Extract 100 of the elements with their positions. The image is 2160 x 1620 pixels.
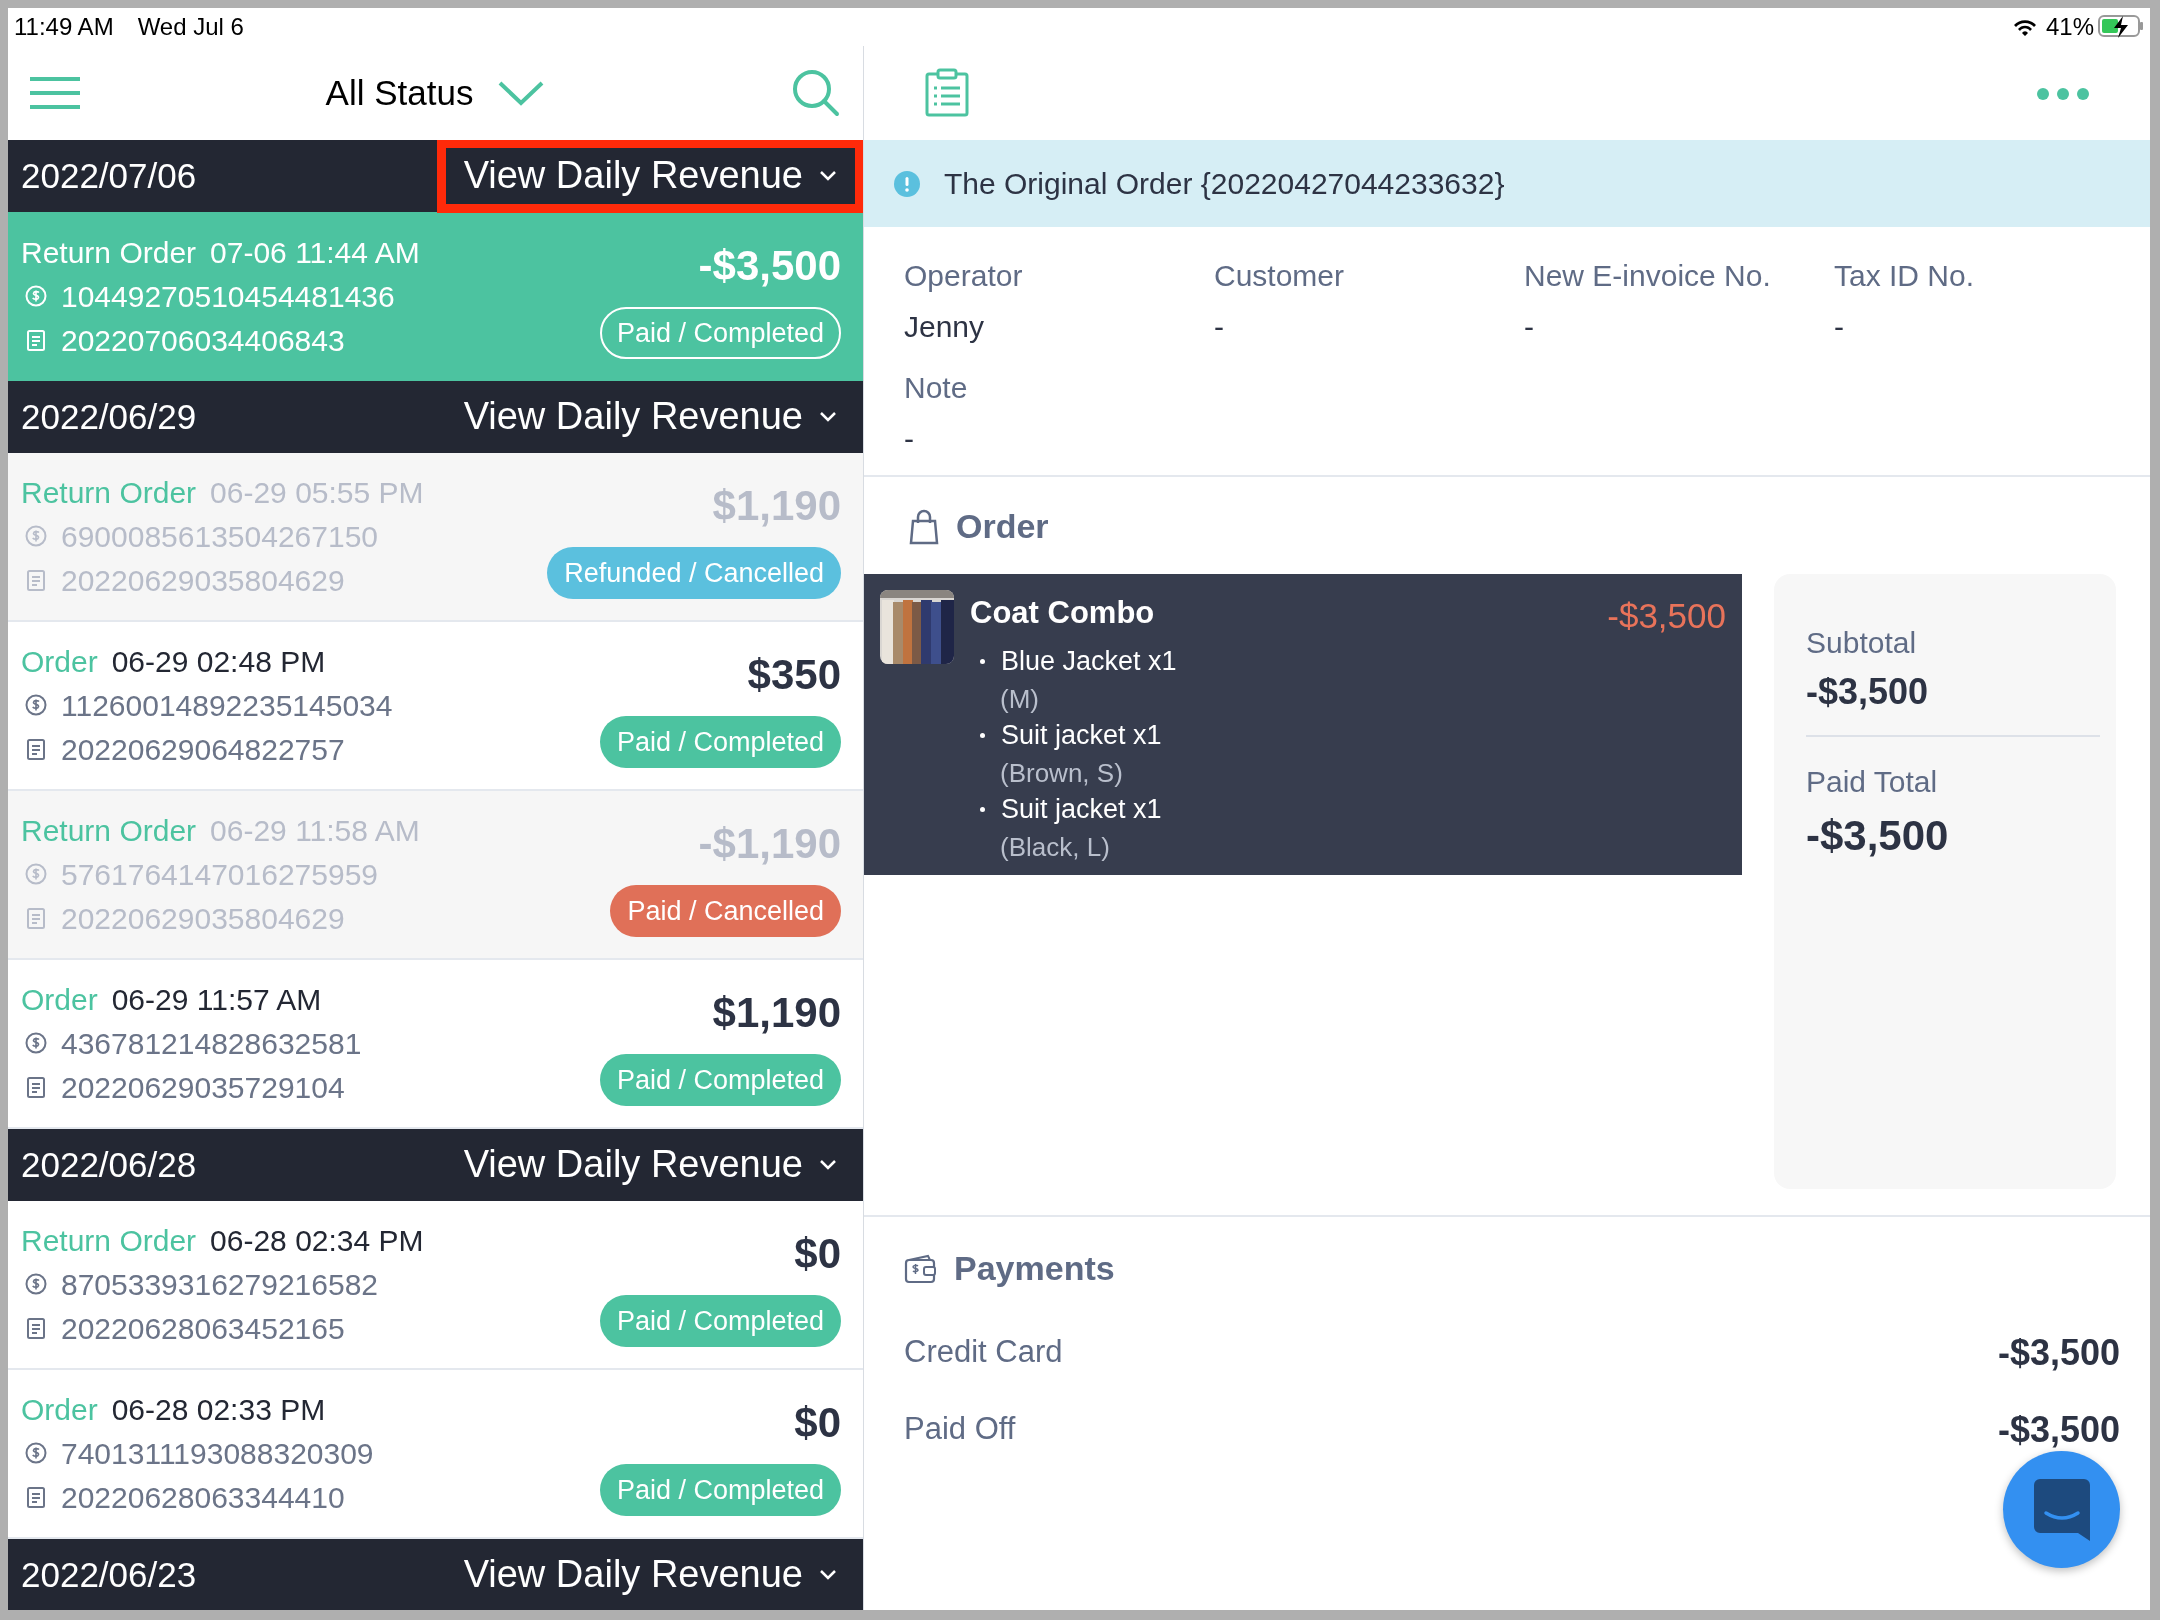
dollar-icon [25,1032,47,1055]
chevron-down-icon [819,1158,837,1172]
order-type: Return Order [21,812,197,849]
payment-number: 436781214828632581 [61,1025,362,1062]
receipt-icon [25,1316,47,1340]
invoice-number: 20220629035804629 [61,900,345,937]
date-heading: 2022/06/28 [21,1143,197,1186]
banner-text: The Original Order {20220427044233632} [944,166,1505,202]
receipt-icon [25,328,47,352]
receipt-icon [25,737,47,761]
order-type: Order [21,643,98,680]
invoice-number: 20220628063344410 [61,1479,345,1516]
info-icon [894,170,920,197]
payment-number: 7401311193088320309 [61,1435,374,1472]
field-value: - [904,421,915,457]
component-name: Suit jacket x1 [1001,718,1162,752]
status-badge: Paid / Cancelled [610,884,841,938]
receipt-icon [25,568,47,592]
component-variant: (Black, L) [999,830,1111,864]
shopping-bag-icon [908,508,940,545]
date-heading: 2022/07/06 [21,154,197,197]
chevron-down-icon [819,169,837,183]
dollar-icon [25,694,47,717]
order-amount: -$1,190 [697,818,841,869]
section-heading: Order [956,506,1049,547]
field-label: Tax ID No. [1834,258,1976,294]
field-value: - [1214,309,1225,345]
field-label: Operator [904,258,1024,294]
component-variant: (Brown, S) [999,756,1124,790]
status-badge: Paid / Completed [599,1053,841,1107]
view-daily-revenue-button[interactable]: View Daily Revenue [437,139,863,212]
status-badge: Paid / Completed [599,1463,841,1517]
dollar-icon [25,863,47,886]
dollar-icon [25,1273,47,1296]
battery-icon [2098,14,2144,40]
field-value: - [1524,309,1535,345]
receipt-icon [25,1075,47,1099]
order-type: Return Order [21,1222,197,1259]
field-label: Customer [1214,258,1346,294]
component-name: Blue Jacket x1 [1001,644,1177,678]
field-label: New E-invoice No. [1524,258,1772,294]
menu-button[interactable] [30,75,80,110]
order-type: Return Order [21,234,197,271]
payment-number: 10449270510454481436 [61,278,395,315]
order-time: 06-29 02:48 PM [111,643,326,680]
bullet-dot [980,732,985,738]
receipt-icon [25,906,47,930]
status-badge: Refunded / Cancelled [547,546,841,600]
status-date: Wed Jul 6 [137,12,244,42]
bullet-dot [980,658,985,664]
payment-number: 5761764147016275959 [61,856,378,893]
dollar-icon [25,285,47,308]
chat-button[interactable] [2003,1451,2120,1568]
search-icon [791,67,841,118]
search-button[interactable] [791,67,841,118]
payment-number: 11260014892235145034 [61,687,393,724]
order-time: 07-06 11:44 AM [210,234,420,271]
battery-percent: 41% [2045,12,2094,42]
component-variant: (M) [999,682,1040,716]
order-amount: $1,190 [711,480,841,531]
dollar-icon [25,1442,47,1465]
status-badge: Paid / Completed [599,1294,841,1348]
receipt-icon [25,1485,47,1509]
more-icon [2036,86,2090,101]
summary-label: Paid Total [1806,764,1939,800]
status-time: 11:49 AM [14,12,114,42]
view-daily-revenue-button[interactable]: View Daily Revenue [437,1128,863,1201]
payment-label: Paid Off [904,1410,1016,1449]
summary-value: -$3,500 [1806,670,1930,714]
status-filter[interactable]: All Status [325,66,546,120]
status-badge: Paid / Completed [599,306,841,360]
component-name: Suit jacket x1 [1001,792,1162,826]
payment-label: Credit Card [904,1333,1063,1372]
payment-amount: -$3,500 [1997,1407,2120,1452]
view-daily-revenue-button[interactable]: View Daily Revenue [437,380,863,453]
menu-icon [30,75,80,110]
item-price: -$3,500 [1607,595,1726,637]
order-time: 06-29 11:58 AM [210,812,420,849]
order-time: 06-29 05:55 PM [210,474,424,511]
order-type: Order [21,1391,98,1428]
view-daily-revenue-button[interactable]: View Daily Revenue [437,1538,863,1610]
item-name: Coat Combo [970,594,1155,632]
status-badge: Paid / Completed [599,715,841,769]
section-heading: Payments [954,1248,1115,1289]
payment-number: 8705339316279216582 [61,1266,378,1303]
payment-number: 6900085613504267150 [61,518,378,555]
order-amount: $0 [793,1228,841,1279]
field-value: Jenny [904,309,986,345]
order-type: Order [21,981,98,1018]
invoice-number: 20220628063452165 [61,1310,345,1347]
clipboard-button[interactable] [924,68,970,118]
dollar-icon [25,525,47,548]
field-label: Note [904,370,969,406]
order-time: 06-28 02:33 PM [111,1391,326,1428]
date-heading: 2022/06/23 [21,1553,197,1596]
summary-value: -$3,500 [1806,811,1950,861]
order-amount: $350 [746,649,841,700]
order-amount: $0 [793,1397,841,1448]
clipboard-icon [924,68,970,118]
chevron-down-icon [819,1568,837,1582]
